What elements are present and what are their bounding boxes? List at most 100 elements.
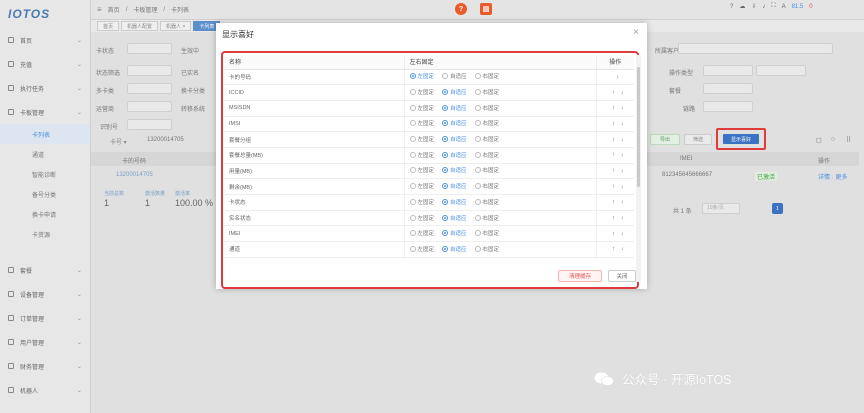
fix-left-radio[interactable]: 左固定 xyxy=(409,166,434,174)
row-ops-links[interactable]: 详情 · 更多 xyxy=(818,172,847,181)
fix-right-radio[interactable]: 右固定 xyxy=(474,182,499,190)
fix-right-radio[interactable]: 右固定 xyxy=(474,135,499,143)
filter-select-9[interactable] xyxy=(703,83,753,94)
sidebar-subitem[interactable]: 智能诊断 xyxy=(0,164,90,184)
more-filter-button[interactable]: 筛选 xyxy=(684,134,712,145)
filter-select-13[interactable] xyxy=(127,119,172,130)
sidebar-item[interactable]: 首页 ⌄ xyxy=(0,28,90,52)
fix-right-radio[interactable]: 右固定 xyxy=(474,104,499,112)
fix-auto-radio[interactable]: 自适应 xyxy=(442,119,467,127)
sidebar-subitem[interactable]: 换卡申请 xyxy=(0,204,90,224)
sidebar-item[interactable]: 执行任务 ⌄ xyxy=(0,76,90,100)
filter-select-4[interactable] xyxy=(127,65,172,76)
page-size-select[interactable]: 10条/页 xyxy=(702,203,740,214)
fix-left-radio[interactable]: 左固定 xyxy=(409,151,434,159)
arrow-down-icon[interactable]: ↓ xyxy=(621,137,624,143)
question-icon[interactable]: ? xyxy=(730,4,733,10)
arrow-down-icon[interactable]: ↓ xyxy=(621,231,624,237)
fix-auto-radio[interactable]: 自适应 xyxy=(442,198,467,206)
sidebar-subitem[interactable]: 通道 xyxy=(0,144,90,164)
search-type[interactable]: 卡号 ▾ xyxy=(110,137,127,146)
arrow-up-icon[interactable]: ↑ xyxy=(612,121,615,127)
sidebar-item[interactable]: 卡板管理 ⌄ xyxy=(0,100,90,124)
arrow-up-icon[interactable]: ↑ xyxy=(612,90,615,96)
search-value[interactable]: 13200014705 xyxy=(147,137,184,143)
fix-auto-radio[interactable]: 自适应 xyxy=(442,182,467,190)
fix-right-radio[interactable]: 右固定 xyxy=(474,151,499,159)
filter-select-12[interactable] xyxy=(703,101,753,112)
row-number[interactable]: 13200014705 xyxy=(116,172,153,178)
refresh-icon[interactable]: ◻ xyxy=(816,136,822,144)
fix-right-radio[interactable]: 右固定 xyxy=(474,88,499,96)
fix-left-radio[interactable]: 左固定 xyxy=(409,88,434,96)
fix-left-radio[interactable]: 左固定 xyxy=(409,229,434,237)
sidebar-item[interactable]: 套餐 ⌄ xyxy=(0,258,90,282)
filter-select-1[interactable] xyxy=(127,43,172,54)
page-tab[interactable]: 机器人配置 xyxy=(121,21,159,31)
sidebar-item[interactable]: 充值 ⌄ xyxy=(0,52,90,76)
arrow-down-icon[interactable]: ↓ xyxy=(621,152,624,158)
table-scrollbar[interactable] xyxy=(636,55,641,282)
export-button[interactable]: 导出 xyxy=(650,134,680,145)
fix-left-radio[interactable]: 左固定 xyxy=(409,182,434,190)
app-logo[interactable]: IOTOS xyxy=(0,0,90,28)
help-icon[interactable]: ? xyxy=(455,3,467,15)
fix-right-radio[interactable]: 右固定 xyxy=(474,119,499,127)
sidebar-subitem[interactable]: 卡列表 xyxy=(0,124,90,144)
fix-left-radio[interactable]: 左固定 xyxy=(409,72,434,80)
close-button[interactable]: 关闭 xyxy=(608,270,636,282)
fix-auto-radio[interactable]: 自适应 xyxy=(442,88,467,96)
arrow-down-icon[interactable]: ↓ xyxy=(621,215,624,221)
page-tab[interactable]: 首页 xyxy=(97,21,120,31)
sidebar-item[interactable]: 订单管理 ⌄ xyxy=(0,306,90,330)
arrow-up-icon[interactable]: ↑ xyxy=(612,246,615,252)
fix-auto-radio[interactable]: 自适应 xyxy=(442,166,467,174)
arrow-down-icon[interactable]: ↓ xyxy=(621,105,624,111)
page-tab[interactable]: 机器人 × xyxy=(160,21,192,31)
arrow-down-icon[interactable]: ↓ xyxy=(621,90,624,96)
page-button-current[interactable]: 1 xyxy=(772,203,783,214)
cloud-icon[interactable]: ☁ xyxy=(739,3,745,10)
arrow-up-icon[interactable]: ↑ xyxy=(612,184,615,190)
columns-icon[interactable]: ⠿ xyxy=(846,136,851,144)
arrow-down-icon[interactable]: ↓ xyxy=(621,121,624,127)
sidebar-subitem[interactable]: 备号分类 xyxy=(0,184,90,204)
filter-select-10[interactable] xyxy=(127,101,172,112)
sidebar-item[interactable]: 用户管理 ⌄ xyxy=(0,330,90,354)
sidebar-item[interactable]: 机器人 ⌄ xyxy=(0,378,90,402)
fix-left-radio[interactable]: 左固定 xyxy=(409,214,434,222)
document-icon[interactable]: ▤ xyxy=(480,3,492,15)
fix-auto-radio[interactable]: 自适应 xyxy=(442,245,467,253)
fix-left-radio[interactable]: 左固定 xyxy=(409,119,434,127)
fullscreen-icon[interactable]: ⛶ xyxy=(771,3,775,10)
arrow-up-icon[interactable]: ↑ xyxy=(612,105,615,111)
fix-auto-radio[interactable]: 自适应 xyxy=(442,135,467,143)
arrow-up-icon[interactable]: ↑ xyxy=(612,199,615,205)
clear-cache-button[interactable]: 清理缓存 xyxy=(558,270,602,282)
sidebar-item[interactable]: 设备管理 ⌄ xyxy=(0,282,90,306)
arrow-up-icon[interactable]: ↑ xyxy=(612,231,615,237)
arrow-down-icon[interactable]: ↓ xyxy=(621,199,624,205)
fix-left-radio[interactable]: 左固定 xyxy=(409,198,434,206)
display-preference-button[interactable]: 显示喜好 xyxy=(723,134,759,144)
fix-auto-radio[interactable]: 自适应 xyxy=(442,214,467,222)
fix-auto-radio[interactable]: 自适应 xyxy=(442,104,467,112)
fix-right-radio[interactable]: 右固定 xyxy=(474,72,499,80)
scrollbar-thumb[interactable] xyxy=(637,67,640,187)
user-menu[interactable]: 0 xyxy=(809,4,812,10)
language-icon[interactable]: A xyxy=(782,4,786,10)
breadcrumb-2[interactable]: 卡板管理 xyxy=(133,5,157,14)
download-icon[interactable]: ⇩ xyxy=(751,3,756,10)
fix-auto-radio[interactable]: 自适应 xyxy=(442,151,467,159)
fix-left-radio[interactable]: 左固定 xyxy=(409,104,434,112)
fix-right-radio[interactable]: 右固定 xyxy=(474,229,499,237)
fix-right-radio[interactable]: 右固定 xyxy=(474,166,499,174)
breadcrumb-home[interactable]: 首页 xyxy=(108,5,120,14)
fix-left-radio[interactable]: 左固定 xyxy=(409,135,434,143)
arrow-down-icon[interactable]: ↓ xyxy=(621,168,624,174)
arrow-up-icon[interactable]: ↑ xyxy=(612,152,615,158)
fix-right-radio[interactable]: 右固定 xyxy=(474,245,499,253)
filter-select-7[interactable] xyxy=(127,83,172,94)
filter-select-6b[interactable] xyxy=(756,65,806,76)
close-icon[interactable]: × xyxy=(633,27,639,38)
